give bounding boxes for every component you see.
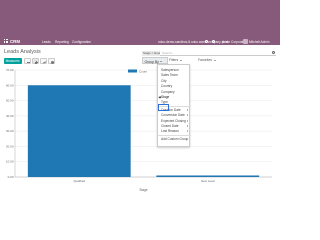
- menu-reporting[interactable]: Reporting: [55, 40, 69, 44]
- filters-label: Filters: [169, 58, 179, 62]
- search-icon[interactable]: [272, 51, 275, 54]
- chevron-right-icon: [187, 108, 188, 111]
- groupby-option[interactable]: Stage: [158, 95, 170, 99]
- groupby-date-option[interactable]: Conversion Date: [161, 113, 188, 117]
- menu-leads[interactable]: Leads: [42, 40, 51, 44]
- y-tick-label: 40.00: [6, 114, 14, 118]
- chat-icon[interactable]: [205, 39, 208, 43]
- groupby-option-label: Conversion Date: [161, 113, 185, 118]
- x-tick-label: New Lead: [201, 179, 215, 183]
- checkmark-icon: [158, 95, 161, 98]
- chevron-right-icon: [187, 125, 188, 127]
- favorites-button[interactable]: Favorites: [198, 58, 216, 62]
- x-tick-label: Qualified: [73, 179, 85, 183]
- menu-configuration[interactable]: Configuration: [72, 40, 91, 44]
- groupby-date-option[interactable]: Lost Reason: [161, 129, 188, 133]
- favorites-label: Favorites: [198, 58, 212, 62]
- group-by-label: Group By: [144, 59, 159, 64]
- selected-item-highlight: [158, 104, 169, 111]
- groupby-option-label: Stage: [161, 95, 170, 99]
- groupby-date-option[interactable]: Closed Date: [161, 124, 188, 128]
- groupby-option-label: Lost Reason: [161, 129, 179, 134]
- user-menu[interactable]: Mitchell Admin: [249, 40, 270, 44]
- search-facet[interactable]: Stage > Expected R...: [142, 50, 160, 56]
- chevron-right-icon: [187, 114, 188, 117]
- y-tick-label: 60.00: [6, 83, 14, 87]
- activity-icon[interactable]: [212, 39, 215, 43]
- groupby-option[interactable]: Sales Team: [161, 73, 178, 77]
- y-tick-label: 30.00: [6, 129, 14, 133]
- filters-button[interactable]: Filters: [169, 58, 182, 62]
- chevron-right-icon: [187, 130, 188, 133]
- add-custom-group-button[interactable]: Add Custom Group: [161, 137, 188, 141]
- dropdown-divider: [158, 135, 191, 137]
- chevron-down-icon: [160, 61, 163, 63]
- legend-swatch[interactable]: [128, 69, 137, 73]
- groupby-option-label: Expected Closing: [161, 118, 186, 123]
- y-tick-label: 0.00: [8, 175, 14, 179]
- groupby-option-label: Company: [161, 89, 175, 94]
- groupby-option-label: Sales Team: [161, 73, 178, 78]
- measures-label: Measures: [5, 59, 20, 64]
- app-name[interactable]: CRM: [10, 39, 20, 44]
- groupby-option[interactable]: Salesperson: [161, 68, 179, 72]
- groupby-option-label: Closed Date: [161, 124, 179, 128]
- groupby-option-label: City: [161, 78, 167, 83]
- chevron-down-icon: [213, 59, 216, 61]
- search-bar[interactable]: Stage > Expected R... Search...: [142, 50, 276, 56]
- groupby-option[interactable]: City: [161, 79, 167, 83]
- avatar[interactable]: [243, 39, 248, 45]
- search-input[interactable]: Search...: [162, 51, 174, 55]
- bar[interactable]: [156, 175, 260, 177]
- groupby-date-option[interactable]: Expected Closing: [161, 119, 188, 123]
- chevron-right-icon: [187, 119, 188, 122]
- app: CRM Leads Reporting Configuration odoo-d…: [0, 0, 280, 220]
- groupby-option-label: Salesperson: [161, 68, 179, 72]
- bar[interactable]: [27, 85, 131, 177]
- y-tick-label: 10.00: [6, 160, 14, 164]
- y-tick-label: 20.00: [6, 144, 14, 148]
- x-axis-label: Stage: [139, 188, 148, 192]
- legend-label[interactable]: Count: [139, 69, 147, 73]
- nav-row: CRM Leads Reporting Configuration odoo-d…: [0, 38, 280, 46]
- group-by-button[interactable]: Group By: [142, 57, 168, 64]
- groupby-option-label: Country: [161, 84, 173, 89]
- y-tick-label: 70.00: [6, 68, 14, 72]
- bar-chart: 0.00 10.00 20.00 30.00 40.00 50.00 60.00 70.00 Q…: [6, 68, 272, 192]
- page-title: Leads Analysis: [4, 49, 41, 55]
- groupby-option[interactable]: Country: [161, 84, 172, 88]
- chevron-down-icon: [179, 59, 182, 61]
- y-tick-label: 50.00: [6, 99, 14, 103]
- groupby-option[interactable]: Company: [161, 90, 175, 94]
- apps-menu-icon[interactable]: [4, 39, 8, 43]
- database-name: odoo-demo-sandbox-8.odoo.acme-company-pr…: [158, 39, 229, 44]
